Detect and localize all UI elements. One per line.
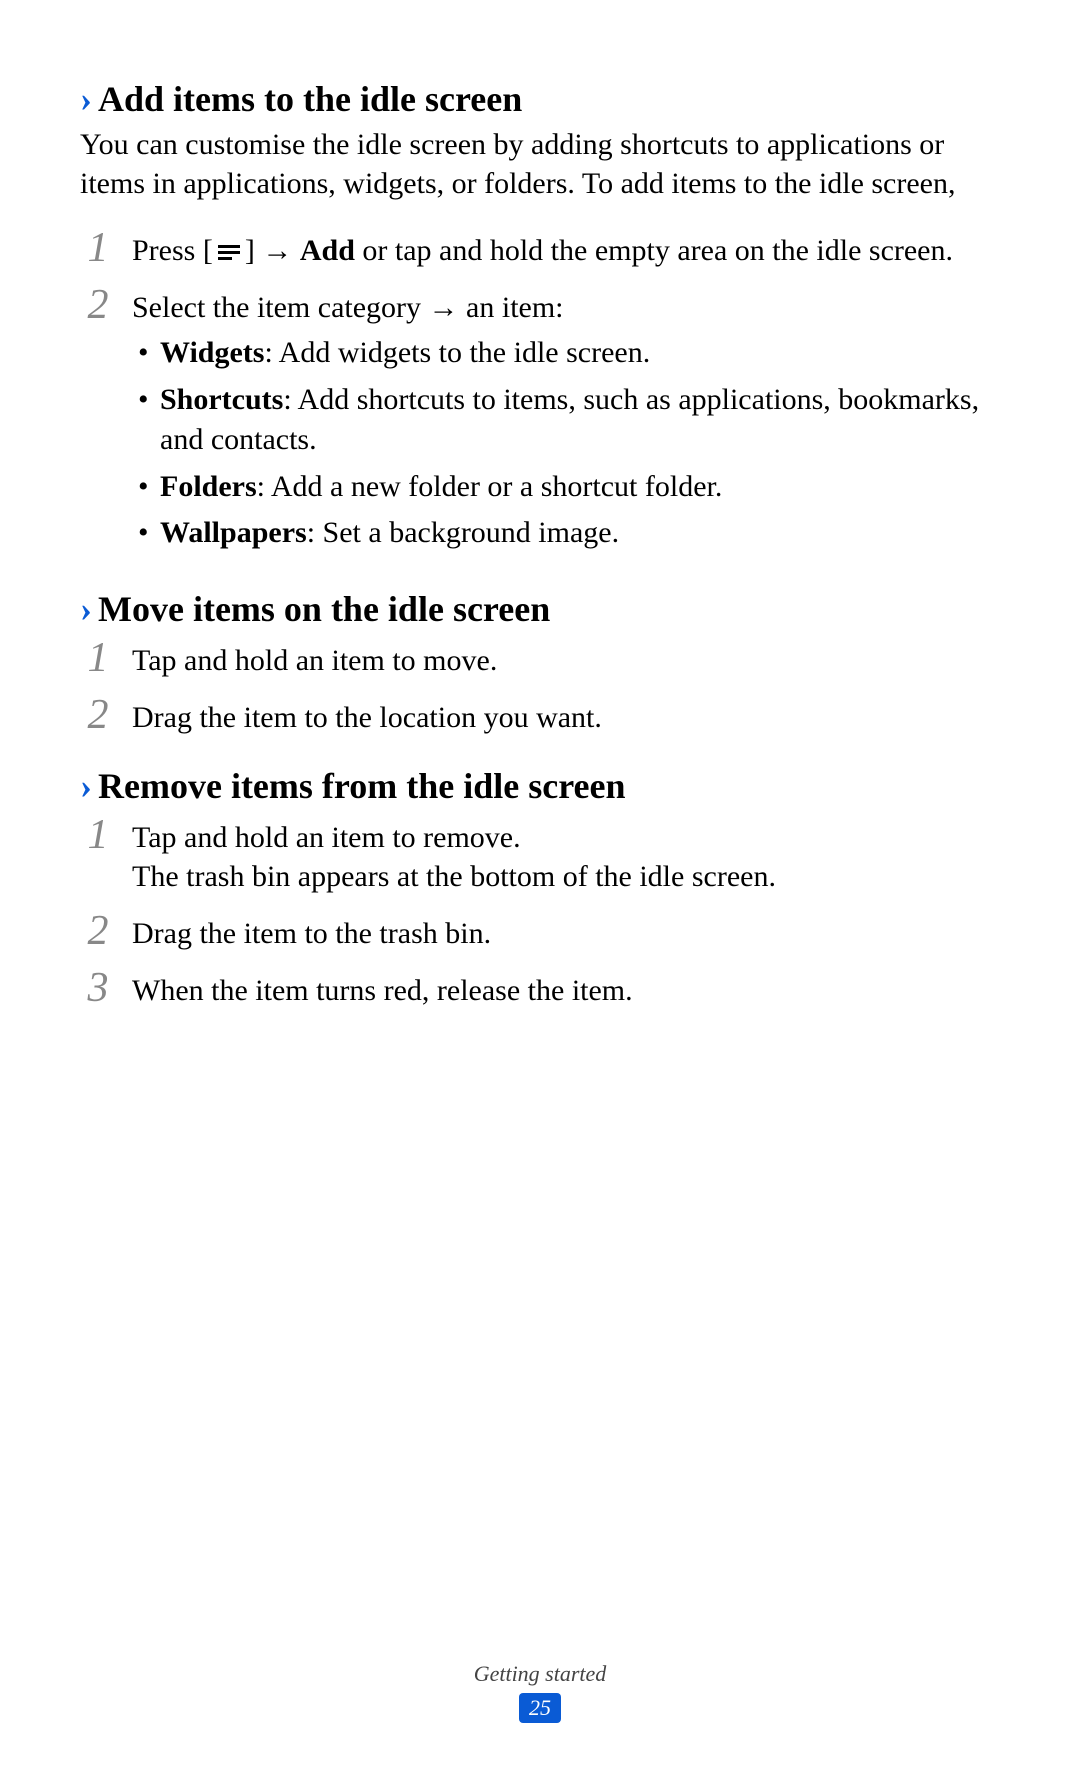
footer-section-label: Getting started	[0, 1661, 1080, 1687]
add-intro: You can customise the idle screen by add…	[80, 125, 1000, 203]
heading-text: Remove items from the idle screen	[98, 765, 626, 808]
bullet-text: : Set a background image.	[307, 516, 619, 549]
step-text: Select the item category → an item: Widg…	[132, 282, 1000, 560]
add-step-1: 1 Press [ ] → Add or tap and hold the emp…	[80, 225, 1000, 270]
item-category-list: Widgets: Add widgets to the idle screen.…	[132, 333, 1000, 554]
step-number: 3	[82, 965, 114, 1009]
chevron-right-icon: ›	[80, 78, 92, 121]
bullet-label: Folders	[160, 470, 257, 503]
bullet-text: : Add widgets to the idle screen.	[264, 336, 650, 369]
bullet-text: : Add shortcuts to items, such as applic…	[160, 383, 979, 457]
page-number-badge: 25	[519, 1693, 561, 1723]
heading-text: Move items on the idle screen	[98, 588, 550, 631]
text-fragment: ] →	[245, 234, 300, 267]
text-fragment: Press [	[132, 234, 213, 267]
page-footer: Getting started 25	[0, 1661, 1080, 1723]
text-fragment: Select the item category → an item:	[132, 291, 564, 324]
move-step-1: 1 Tap and hold an item to move.	[80, 635, 1000, 680]
list-item: Widgets: Add widgets to the idle screen.	[132, 333, 1000, 374]
step-text: Drag the item to the trash bin.	[132, 908, 1000, 953]
step-number: 1	[82, 812, 114, 856]
heading-add-items: › Add items to the idle screen	[80, 78, 1000, 121]
remove-step-1: 1 Tap and hold an item to remove. The tr…	[80, 812, 1000, 896]
step-text: Drag the item to the location you want.	[132, 692, 1000, 737]
step-text: When the item turns red, release the ite…	[132, 965, 1000, 1010]
text-line: Tap and hold an item to remove.	[132, 821, 521, 854]
bullet-label: Wallpapers	[160, 516, 307, 549]
remove-step-2: 2 Drag the item to the trash bin.	[80, 908, 1000, 953]
remove-step-3: 3 When the item turns red, release the i…	[80, 965, 1000, 1010]
list-item: Wallpapers: Set a background image.	[132, 513, 1000, 554]
menu-icon	[215, 243, 243, 263]
heading-move-items: › Move items on the idle screen	[80, 588, 1000, 631]
step-number: 2	[82, 692, 114, 736]
step-text: Tap and hold an item to remove. The tras…	[132, 812, 1000, 896]
text-bold: Add	[300, 234, 355, 267]
bullet-label: Widgets	[160, 336, 264, 369]
move-step-2: 2 Drag the item to the location you want…	[80, 692, 1000, 737]
bullet-text: : Add a new folder or a shortcut folder.	[257, 470, 723, 503]
list-item: Folders: Add a new folder or a shortcut …	[132, 467, 1000, 508]
text-fragment: or tap and hold the empty area on the id…	[355, 234, 953, 267]
step-number: 2	[82, 908, 114, 952]
text-line: The trash bin appears at the bottom of t…	[132, 860, 776, 893]
step-number: 1	[82, 635, 114, 679]
chevron-right-icon: ›	[80, 588, 92, 631]
step-text: Tap and hold an item to move.	[132, 635, 1000, 680]
heading-text: Add items to the idle screen	[98, 78, 522, 121]
step-number: 2	[82, 282, 114, 326]
chevron-right-icon: ›	[80, 765, 92, 808]
step-number: 1	[82, 225, 114, 269]
add-step-2: 2 Select the item category → an item: Wi…	[80, 282, 1000, 560]
heading-remove-items: › Remove items from the idle screen	[80, 765, 1000, 808]
list-item: Shortcuts: Add shortcuts to items, such …	[132, 380, 1000, 461]
step-text: Press [ ] → Add or tap and hold the empty…	[132, 225, 1000, 270]
bullet-label: Shortcuts	[160, 383, 283, 416]
